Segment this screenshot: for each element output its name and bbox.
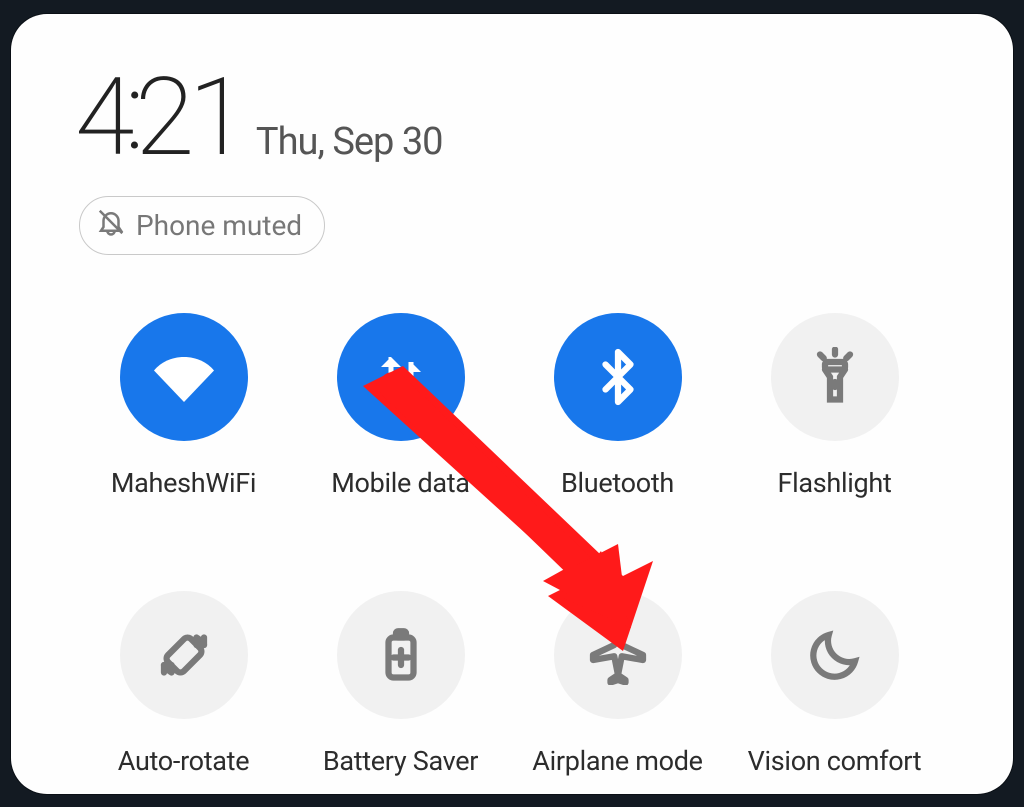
battery-saver-icon (337, 591, 465, 719)
wifi-label: MaheshWiFi (111, 467, 256, 499)
wifi-toggle[interactable]: MaheshWiFi (75, 313, 292, 499)
mobile-data-icon (337, 313, 465, 441)
bluetooth-toggle[interactable]: Bluetooth (509, 313, 726, 499)
battery-saver-label: Battery Saver (323, 745, 478, 777)
flashlight-label: Flashlight (778, 467, 892, 499)
airplane-icon (554, 591, 682, 719)
clock-time: 4:21 (75, 64, 242, 172)
vision-comfort-label: Vision comfort (748, 745, 922, 777)
airplane-mode-toggle[interactable]: Airplane mode (509, 591, 726, 777)
phone-muted-label: Phone muted (136, 209, 302, 242)
auto-rotate-label: Auto-rotate (118, 745, 249, 777)
clock-row: 4:21 Thu, Sep 30 (75, 64, 943, 172)
quick-toggles-grid: MaheshWiFi Mobile data Bluetooth (75, 313, 943, 777)
flashlight-icon (771, 313, 899, 441)
auto-rotate-toggle[interactable]: Auto-rotate (75, 591, 292, 777)
moon-icon (771, 591, 899, 719)
panel-inner: 4:21 Thu, Sep 30 Phone muted MaheshWiFi (11, 14, 1013, 794)
auto-rotate-icon (120, 591, 248, 719)
battery-saver-toggle[interactable]: Battery Saver (292, 591, 509, 777)
clock-date: Thu, Sep 30 (256, 120, 443, 164)
airplane-mode-label: Airplane mode (532, 745, 702, 777)
bell-muted-icon (96, 207, 126, 244)
quick-settings-panel: 4:21 Thu, Sep 30 Phone muted MaheshWiFi (11, 14, 1013, 794)
mobile-data-toggle[interactable]: Mobile data (292, 313, 509, 499)
phone-muted-chip[interactable]: Phone muted (79, 196, 325, 255)
wifi-icon (120, 313, 248, 441)
bluetooth-label: Bluetooth (561, 467, 674, 499)
bluetooth-icon (554, 313, 682, 441)
vision-comfort-toggle[interactable]: Vision comfort (726, 591, 943, 777)
flashlight-toggle[interactable]: Flashlight (726, 313, 943, 499)
mobile-data-label: Mobile data (331, 467, 469, 499)
